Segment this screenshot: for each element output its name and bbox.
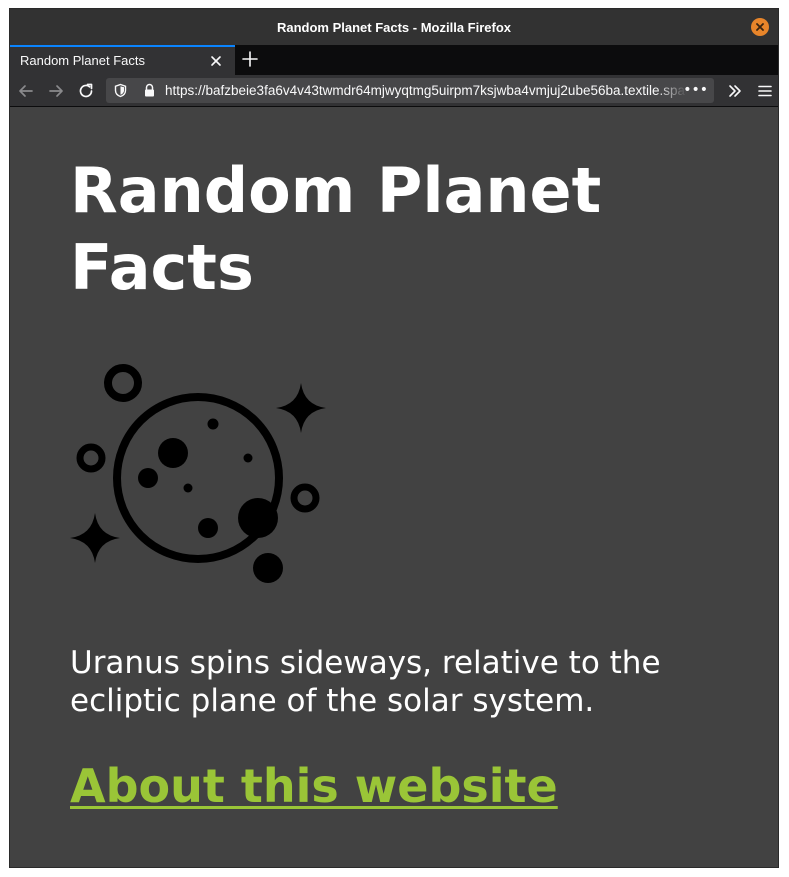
new-tab-icon[interactable] <box>242 51 258 67</box>
menu-icon[interactable] <box>756 82 774 100</box>
overflow-icon[interactable] <box>726 82 744 100</box>
page-title: Random Planet Facts <box>70 154 602 304</box>
url-bar[interactable]: https://bafzbeie3fa6v4v43twmdr64mjwyqtmg… <box>106 78 714 103</box>
about-link[interactable]: About this website <box>70 759 558 813</box>
tab-close-icon[interactable] <box>209 54 223 68</box>
planet-fact: Uranus spins sideways, relative to the e… <box>70 645 661 719</box>
forward-icon[interactable] <box>47 82 65 100</box>
shield-icon[interactable] <box>113 83 128 98</box>
browser-window: Random Planet Facts - Mozilla Firefox Ra… <box>9 8 779 868</box>
tab-label: Random Planet Facts <box>20 53 146 68</box>
title-bar: Random Planet Facts - Mozilla Firefox <box>10 9 778 45</box>
tab-random-planet-facts[interactable]: Random Planet Facts <box>10 45 235 75</box>
page-actions-icon[interactable]: ••• <box>683 83 708 97</box>
navigation-bar: https://bafzbeie3fa6v4v43twmdr64mjwyqtmg… <box>10 75 778 107</box>
lock-icon[interactable] <box>142 83 157 98</box>
page-content: Random Planet Facts Uranus spins sideway… <box>10 107 778 867</box>
window-close-button[interactable] <box>751 18 769 36</box>
close-icon <box>756 23 764 31</box>
back-icon[interactable] <box>17 82 35 100</box>
url-text[interactable]: https://bafzbeie3fa6v4v43twmdr64mjwyqtmg… <box>165 83 687 98</box>
tab-strip: Random Planet Facts <box>10 45 778 75</box>
reload-icon[interactable] <box>77 82 95 100</box>
planet-icon <box>70 364 326 583</box>
window-title: Random Planet Facts - Mozilla Firefox <box>276 19 512 35</box>
